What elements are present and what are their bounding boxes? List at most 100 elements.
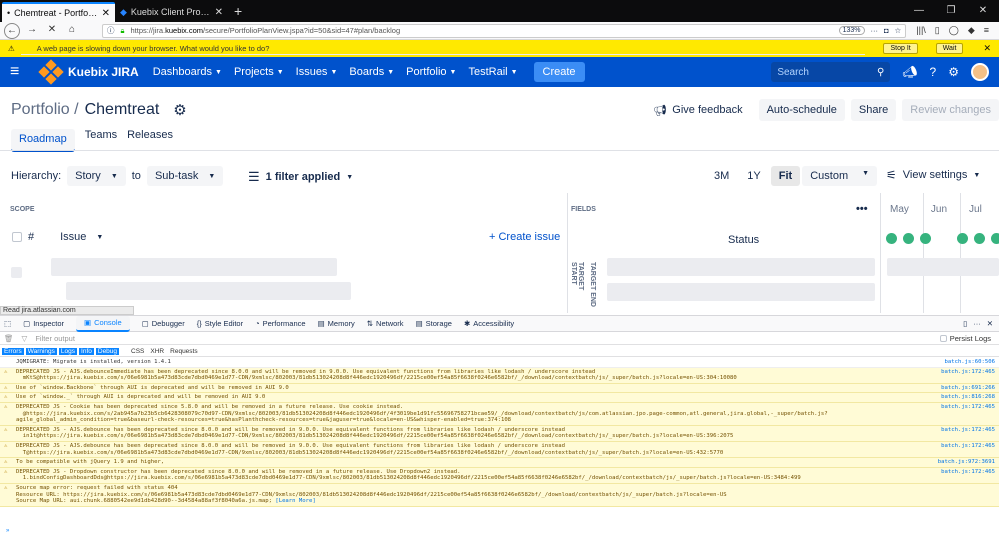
filter-css[interactable]: CSS [129,348,146,355]
sidebar-icon[interactable]: ▯ [935,25,940,36]
message-source-link[interactable]: batch.js:172:465 [941,443,995,450]
release-marker[interactable] [957,233,968,244]
dock-icon[interactable]: ▯ [963,319,967,328]
persist-logs-checkbox[interactable]: Persist Logs [939,334,999,343]
pick-element-icon[interactable]: ⬚ [4,319,11,328]
info-icon[interactable]: ⓘ [107,25,115,36]
wait-button[interactable]: Wait [935,43,964,54]
release-marker[interactable] [974,233,985,244]
range-1y-button[interactable]: 1Y [739,166,768,186]
close-tab-icon[interactable]: ✕ [215,7,223,18]
level-warnings[interactable]: Warnings [25,347,57,355]
hierarchy-from-select[interactable]: Story ▼ [67,166,126,186]
message-source-link[interactable]: batch.js:172:465 [941,404,995,411]
browser-tab-chemtreat[interactable]: • Chemtreat - Portfolio for Jira ✕ [2,2,115,22]
range-3m-button[interactable]: 3M [706,166,737,186]
message-source-link[interactable]: batch.js:60:506 [944,359,995,366]
level-debug[interactable]: Debug [95,347,120,355]
release-marker[interactable] [991,233,999,244]
level-info[interactable]: Info [79,347,94,355]
help-icon[interactable]: ? [930,65,937,79]
trash-icon[interactable]: 🗑︎ [4,334,14,343]
bookmark-star-icon[interactable]: ☆ [895,26,902,35]
close-devtools-icon[interactable]: ✕ [987,319,993,328]
message-source-link[interactable]: batch.js:972:3691 [938,459,995,466]
browser-tab-kuebix[interactable]: ◆ Kuebix Client Projects - Portfolio ✕ [115,2,228,22]
library-icon[interactable]: |||\ [916,25,926,36]
learn-more-link[interactable]: [Learn More] [275,498,315,504]
search-input[interactable]: Search ⚲ [771,62,891,82]
release-marker[interactable] [903,233,914,244]
range-fit-button[interactable]: Fit [770,166,801,186]
kuebix-logo[interactable] [38,59,64,85]
tab-roadmap[interactable]: Roadmap [11,129,75,152]
message-source-link[interactable]: batch.js:172:465 [941,469,995,476]
tab-performance[interactable]: ◔ Performance [255,319,305,328]
notifications-icon[interactable]: 📣︎ [902,65,917,79]
url-bar[interactable]: ⓘ 🔒︎ https://jira.kuebix.com/secure/Port… [102,23,907,38]
level-errors[interactable]: Errors [2,347,24,355]
nav-projects[interactable]: Projects ▼ [234,66,284,78]
hierarchy-to-select[interactable]: Sub-task ▼ [146,166,224,186]
message-source-link[interactable]: batch.js:172:465 [941,427,995,434]
tab-memory[interactable]: ▤ Memory [318,319,355,328]
filter-requests[interactable]: Requests [168,348,199,355]
message-source-link[interactable]: batch.js:172:465 [941,369,995,376]
nav-portfolio[interactable]: Portfolio ▼ [406,66,456,78]
nav-boards[interactable]: Boards ▼ [349,66,394,78]
tab-style-editor[interactable]: {} Style Editor [197,319,243,328]
zoom-level[interactable]: 133% [838,26,865,35]
auto-schedule-button[interactable]: Auto-schedule [758,99,845,121]
pocket-icon[interactable]: ◘ [884,26,889,35]
tab-debugger[interactable]: ▢ Debugger [142,319,185,328]
stop-loading-button[interactable]: ✕ [44,23,60,39]
filter-output-input[interactable]: Filter output [35,334,75,343]
tab-releases[interactable]: Releases [127,129,173,152]
tab-storage[interactable]: ▤ Storage [416,319,452,328]
share-button[interactable]: Share [850,99,897,121]
breadcrumb[interactable]: Portfolio / [11,101,79,119]
filter-button[interactable]: ☰ 1 filter applied ▼ [248,169,353,185]
console-input[interactable]: » [0,528,999,535]
close-notification-icon[interactable]: ✕ [983,43,991,54]
tab-teams[interactable]: Teams [85,129,117,152]
view-settings-button[interactable]: ⚟ View settings ▼ [886,168,980,182]
message-source-link[interactable]: batch.js:691:266 [941,385,995,392]
select-all-checkbox[interactable] [12,232,22,242]
home-button[interactable]: ⌂ [64,23,80,39]
create-issue-button[interactable]: + Create issue [489,231,560,243]
settings-gear-icon[interactable]: ⚙ [948,65,959,79]
release-marker[interactable] [920,233,931,244]
review-changes-button[interactable]: Review changes [902,99,999,121]
devtools-menu-icon[interactable]: ··· [973,319,981,328]
close-window-icon[interactable]: ✕ [967,0,999,22]
give-feedback-button[interactable]: 📢︎ Give feedback [653,104,742,117]
minimize-icon[interactable]: — [903,0,935,22]
stop-it-button[interactable]: Stop It [883,43,918,54]
brand-name[interactable]: Kuebix JIRA [68,65,139,79]
forward-button[interactable]: → [24,23,40,39]
page-actions-icon[interactable]: ··· [871,26,879,35]
nav-testrail[interactable]: TestRail ▼ [468,66,517,78]
level-logs[interactable]: Logs [58,347,78,355]
close-tab-icon[interactable]: ✕ [102,8,110,19]
filter-xhr[interactable]: XHR [148,348,166,355]
tab-network[interactable]: ⇅ Network [367,319,404,328]
message-source-link[interactable]: batch.js:816:268 [941,394,995,401]
tab-console[interactable]: ▣ Console [76,315,130,332]
nav-issues[interactable]: Issues ▼ [296,66,338,78]
restore-icon[interactable]: ❐ [935,0,967,22]
tab-accessibility[interactable]: ✱ Accessibility [464,319,514,328]
issue-column-header[interactable]: Issue ▼ [60,231,103,243]
account-icon[interactable]: ◯ [949,25,959,36]
create-button[interactable]: Create [533,62,585,82]
tab-inspector[interactable]: ▢ Inspector [23,319,64,328]
extension-icon[interactable]: ◆ [968,25,975,36]
release-marker[interactable] [886,233,897,244]
hamburger-menu-icon[interactable]: ≡ [984,25,989,36]
user-avatar[interactable] [971,63,989,81]
more-options-icon[interactable]: ••• [856,203,868,215]
back-button[interactable]: ← [4,22,20,39]
nav-dashboards[interactable]: Dashboards ▼ [153,66,222,78]
plan-settings-gear-icon[interactable]: ⚙ [173,101,186,119]
